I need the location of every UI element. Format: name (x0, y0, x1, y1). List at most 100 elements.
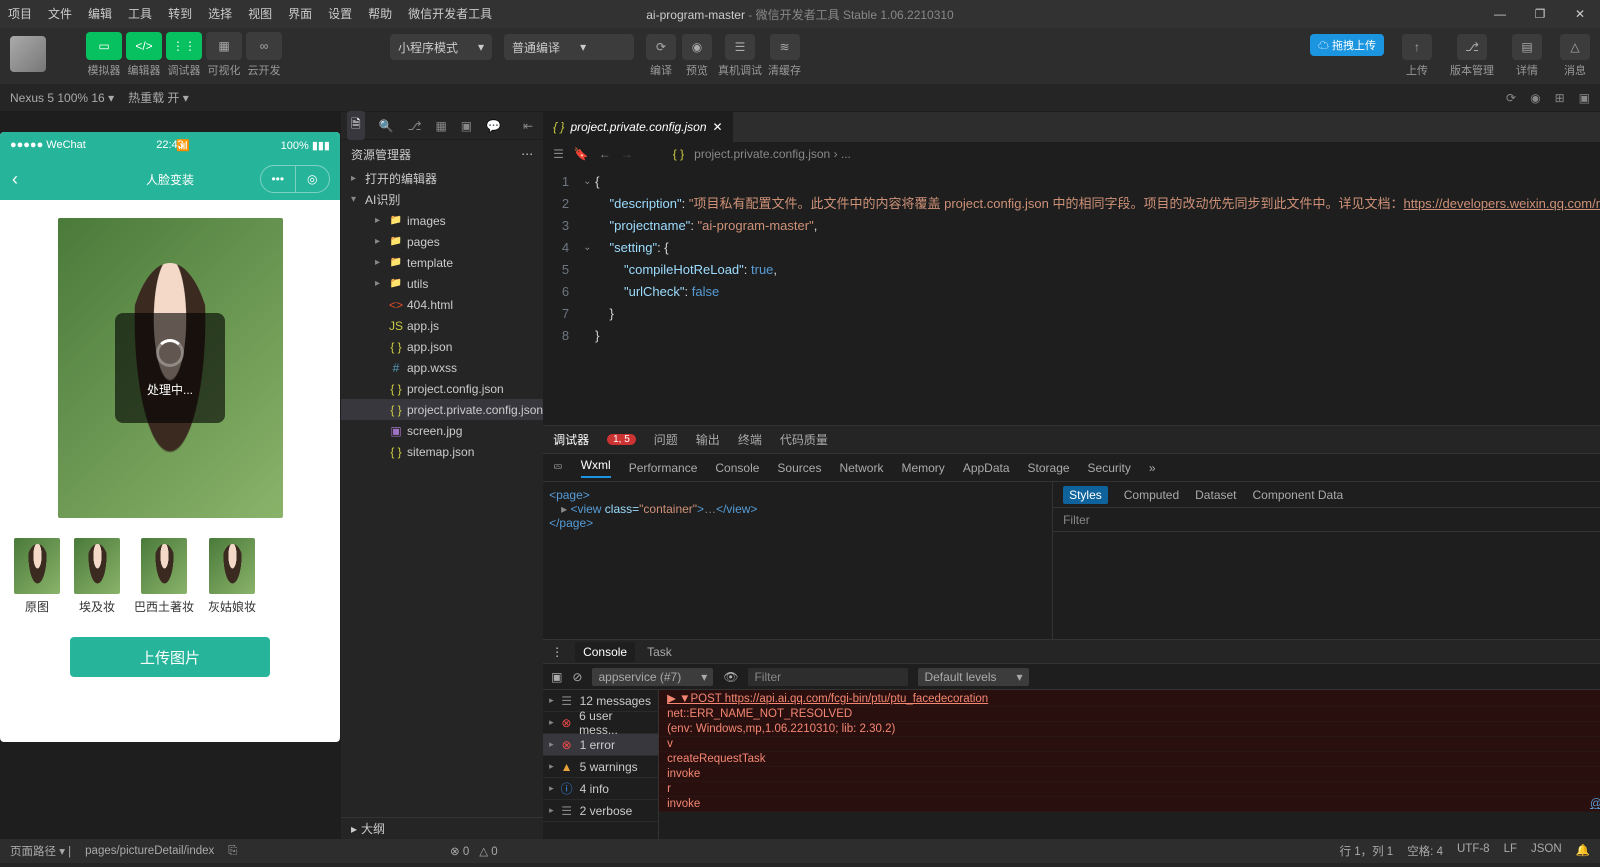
record-icon[interactable]: ◉ (1530, 91, 1540, 105)
tab-dataset[interactable]: Dataset (1195, 488, 1236, 502)
screenshot-icon[interactable]: ▣ (1579, 91, 1590, 105)
tool-remote-debug[interactable]: ☰真机调试 (718, 34, 762, 78)
bookmark-icon[interactable]: 🔖 (574, 147, 589, 161)
copy-icon[interactable]: ⎘ (228, 845, 237, 858)
warn-count[interactable]: △ 0 (479, 844, 497, 858)
tool-upload[interactable]: ↑上传 (1402, 34, 1432, 78)
styles-filter[interactable]: Filter (1063, 513, 1090, 527)
back-icon[interactable]: ‹ (12, 169, 18, 190)
tab-wxml[interactable]: Wxml (581, 458, 611, 478)
close-button[interactable]: ✕ (1560, 7, 1600, 21)
refresh-icon[interactable]: ⟳ (1506, 91, 1516, 105)
expand-icon[interactable]: ⇤ (523, 119, 533, 133)
tab-appdata[interactable]: AppData (963, 461, 1010, 475)
console-output[interactable]: ▶ ▼POST https://api.ai.qq.com/fcgi-bin/p… (659, 690, 1600, 839)
tab-sources[interactable]: Sources (777, 461, 821, 475)
tool-messages[interactable]: △消息 (1560, 34, 1590, 78)
tree-item-utils[interactable]: ▸📁utils (341, 273, 543, 294)
editor-tab[interactable]: { } project.private.config.json ✕ (543, 112, 733, 142)
page-path[interactable]: pages/pictureDetail/index (85, 845, 214, 857)
tree-item-app.js[interactable]: JSapp.js (341, 315, 543, 336)
wxml-tree[interactable]: <page> ▸ <view class="container">…</view… (543, 482, 1053, 639)
tree-item-app.json[interactable]: { }app.json (341, 336, 543, 357)
close-tab-icon[interactable]: ✕ (713, 120, 723, 134)
menu-help[interactable]: 帮助 (360, 0, 400, 28)
menu-interface[interactable]: 界面 (280, 0, 320, 28)
compile-select[interactable]: 普通编译▾ (504, 34, 634, 60)
search-icon[interactable]: 🔍 (379, 119, 394, 133)
msg-filter-info[interactable]: ▸ⓘ4 info (543, 778, 658, 800)
menu-wechat-devtools[interactable]: 微信开发者工具 (400, 0, 500, 28)
tree-item-screen.jpg[interactable]: ▣screen.jpg (341, 420, 543, 441)
tab-task[interactable]: Task (647, 645, 672, 659)
mode-select[interactable]: 小程序模式▾ (390, 34, 492, 60)
tool-preview[interactable]: ◉预览 (682, 34, 712, 78)
rotate-icon[interactable]: ⊞ (1555, 91, 1565, 105)
tool-visual[interactable]: ▦可视化 (206, 32, 242, 78)
msg-filter-err[interactable]: ▸⊗1 error (543, 734, 658, 756)
tab-component-data[interactable]: Component Data (1253, 488, 1344, 502)
tool-editor[interactable]: </>编辑器 (126, 32, 162, 78)
ext-icon[interactable]: ▦ (435, 119, 446, 133)
thumb-egypt[interactable]: 埃及妆 (74, 538, 120, 615)
tree-item-images[interactable]: ▸📁images (341, 210, 543, 231)
tab-terminal[interactable]: 终端 (738, 431, 762, 448)
project-section[interactable]: ▾AI识别 (341, 189, 543, 210)
tab-storage[interactable]: Storage (1028, 461, 1070, 475)
tool-debugger[interactable]: ⋮⋮调试器 (166, 32, 202, 78)
levels-select[interactable]: Default levels▾ (918, 668, 1028, 686)
bell-icon[interactable]: 🔔 (1576, 843, 1590, 859)
explorer-icon[interactable]: 🗎 (347, 111, 365, 140)
hot-reload[interactable]: 热重载 开 ▾ (128, 89, 189, 106)
maximize-button[interactable]: ❐ (1520, 7, 1560, 21)
tab-performance[interactable]: Performance (629, 461, 698, 475)
console-filter[interactable]: Filter (748, 668, 908, 686)
thumb-brazil[interactable]: 巴西土著妆 (134, 538, 194, 615)
thumb-original[interactable]: 原图 (14, 538, 60, 615)
tree-item-project.private.config.json[interactable]: { }project.private.config.json (341, 399, 543, 420)
minimize-button[interactable]: — (1480, 7, 1520, 21)
fwd-nav-icon[interactable]: → (621, 147, 633, 161)
tool-clear-cache[interactable]: ≋清缓存 (768, 34, 801, 78)
tab-security[interactable]: Security (1088, 461, 1131, 475)
menu-select[interactable]: 选择 (200, 0, 240, 28)
chat-icon[interactable]: 💬 (486, 119, 501, 133)
msg-filter-warn[interactable]: ▸▲5 warnings (543, 756, 658, 778)
tree-item-404.html[interactable]: <>404.html (341, 294, 543, 315)
tab-problems[interactable]: 问题 (654, 431, 678, 448)
tab-output[interactable]: 输出 (696, 431, 720, 448)
tree-item-project.config.json[interactable]: { }project.config.json (341, 378, 543, 399)
tool-details[interactable]: ▤详情 (1512, 34, 1542, 78)
tool-simulator[interactable]: ▭模拟器 (86, 32, 122, 78)
tab-console[interactable]: Console (575, 642, 635, 662)
menu-view[interactable]: 视图 (240, 0, 280, 28)
tool-version[interactable]: ⎇版本管理 (1450, 34, 1494, 78)
code-editor[interactable]: 1⌄{ 2 "description": "项目私有配置文件。此文件中的内容将覆… (543, 167, 1600, 426)
cursor-pos[interactable]: 行 1，列 1 (1340, 843, 1394, 859)
tab-quality[interactable]: 代码质量 (780, 431, 828, 448)
tab-network[interactable]: Network (839, 461, 883, 475)
inspect-icon[interactable]: ⮹ (553, 460, 563, 475)
tab-styles[interactable]: Styles (1063, 486, 1108, 504)
lang-mode[interactable]: JSON (1531, 843, 1562, 859)
more-tabs-icon[interactable]: » (1149, 461, 1156, 475)
error-count[interactable]: ⊗ 0 (450, 844, 469, 858)
more-icon[interactable]: ⋯ (521, 147, 533, 161)
tab-computed[interactable]: Computed (1124, 488, 1179, 502)
tool-cloud[interactable]: ∞云开发 (246, 32, 282, 78)
drag-upload-badge[interactable]: ☁ 拖拽上传 (1310, 34, 1384, 56)
tab-debugger[interactable]: 调试器 (553, 431, 589, 448)
toggle-icon[interactable]: ☰ (553, 147, 564, 161)
db-icon[interactable]: ▣ (461, 119, 472, 133)
sidebar-toggle-icon[interactable]: ▣ (551, 670, 562, 684)
menu-edit[interactable]: 编辑 (80, 0, 120, 28)
capsule-button[interactable]: •••◎ (260, 165, 330, 193)
eol[interactable]: LF (1504, 843, 1517, 859)
tab-console[interactable]: Console (715, 461, 759, 475)
menu-file[interactable]: 文件 (40, 0, 80, 28)
avatar[interactable] (10, 36, 46, 72)
console-menu-icon[interactable]: ⋮ (551, 645, 563, 659)
menu-goto[interactable]: 转到 (160, 0, 200, 28)
back-nav-icon[interactable]: ← (599, 147, 611, 161)
eye-icon[interactable]: 👁 (723, 670, 738, 684)
